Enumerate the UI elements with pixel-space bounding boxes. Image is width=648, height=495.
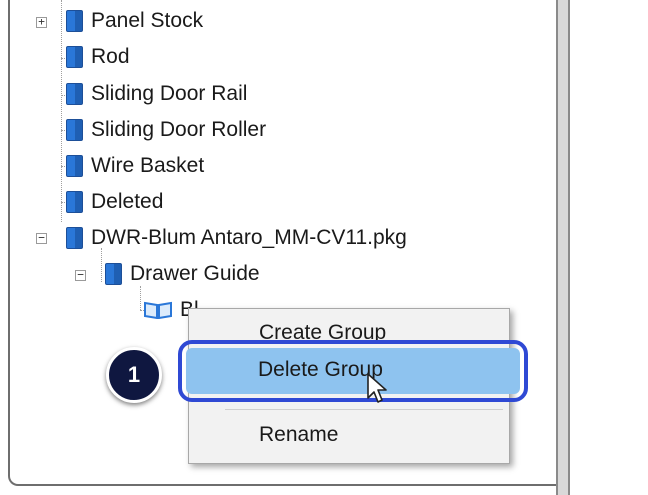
book-icon	[66, 10, 83, 32]
tree-item-wire-basket[interactable]: Wire Basket	[66, 149, 204, 183]
tree-item-label: DWR-Blum Antaro_MM-CV11.pkg	[91, 226, 407, 249]
tree-item-label: Sliding Door Rail	[91, 82, 248, 105]
tree-item-label: Sliding Door Roller	[91, 118, 267, 141]
menu-item-rename[interactable]: Rename	[189, 417, 509, 453]
tree-item-panel-stock[interactable]: Panel Stock	[66, 4, 203, 38]
book-icon	[66, 191, 83, 213]
book-icon	[66, 46, 83, 68]
book-icon	[66, 83, 83, 105]
tree-item-drawer-guide[interactable]: Drawer Guide	[105, 257, 260, 291]
splitter[interactable]	[556, 0, 570, 495]
collapse-toggle[interactable]: −	[75, 269, 86, 281]
tree-item-rod[interactable]: Rod	[66, 40, 130, 74]
tree-connector	[61, 0, 62, 222]
tree-item-sliding-door-rail[interactable]: Sliding Door Rail	[66, 77, 247, 111]
details-pane	[570, 0, 648, 495]
tree-item-label: Wire Basket	[91, 154, 205, 177]
menu-item-label: Rename	[259, 423, 339, 446]
mouse-cursor-icon	[367, 373, 387, 403]
tree-item-package[interactable]: DWR-Blum Antaro_MM-CV11.pkg	[66, 221, 407, 255]
tree-item-label: Deleted	[91, 190, 164, 213]
tree-item-label: Rod	[91, 45, 130, 68]
tree-item-deleted[interactable]: Deleted	[66, 185, 163, 219]
book-icon	[105, 263, 122, 285]
collapse-toggle[interactable]: −	[36, 232, 47, 244]
book-icon	[66, 155, 83, 177]
tree-item-label: Panel Stock	[91, 9, 204, 32]
menu-separator	[225, 409, 503, 410]
open-book-icon	[144, 301, 172, 319]
book-icon	[66, 227, 83, 249]
expand-toggle[interactable]: +	[36, 16, 47, 28]
tree-item-sliding-door-roller[interactable]: Sliding Door Roller	[66, 113, 266, 147]
step-badge: 1	[106, 347, 162, 403]
tree-item-label: Drawer Guide	[130, 262, 260, 285]
callout-highlight	[178, 340, 528, 402]
book-icon	[66, 119, 83, 141]
